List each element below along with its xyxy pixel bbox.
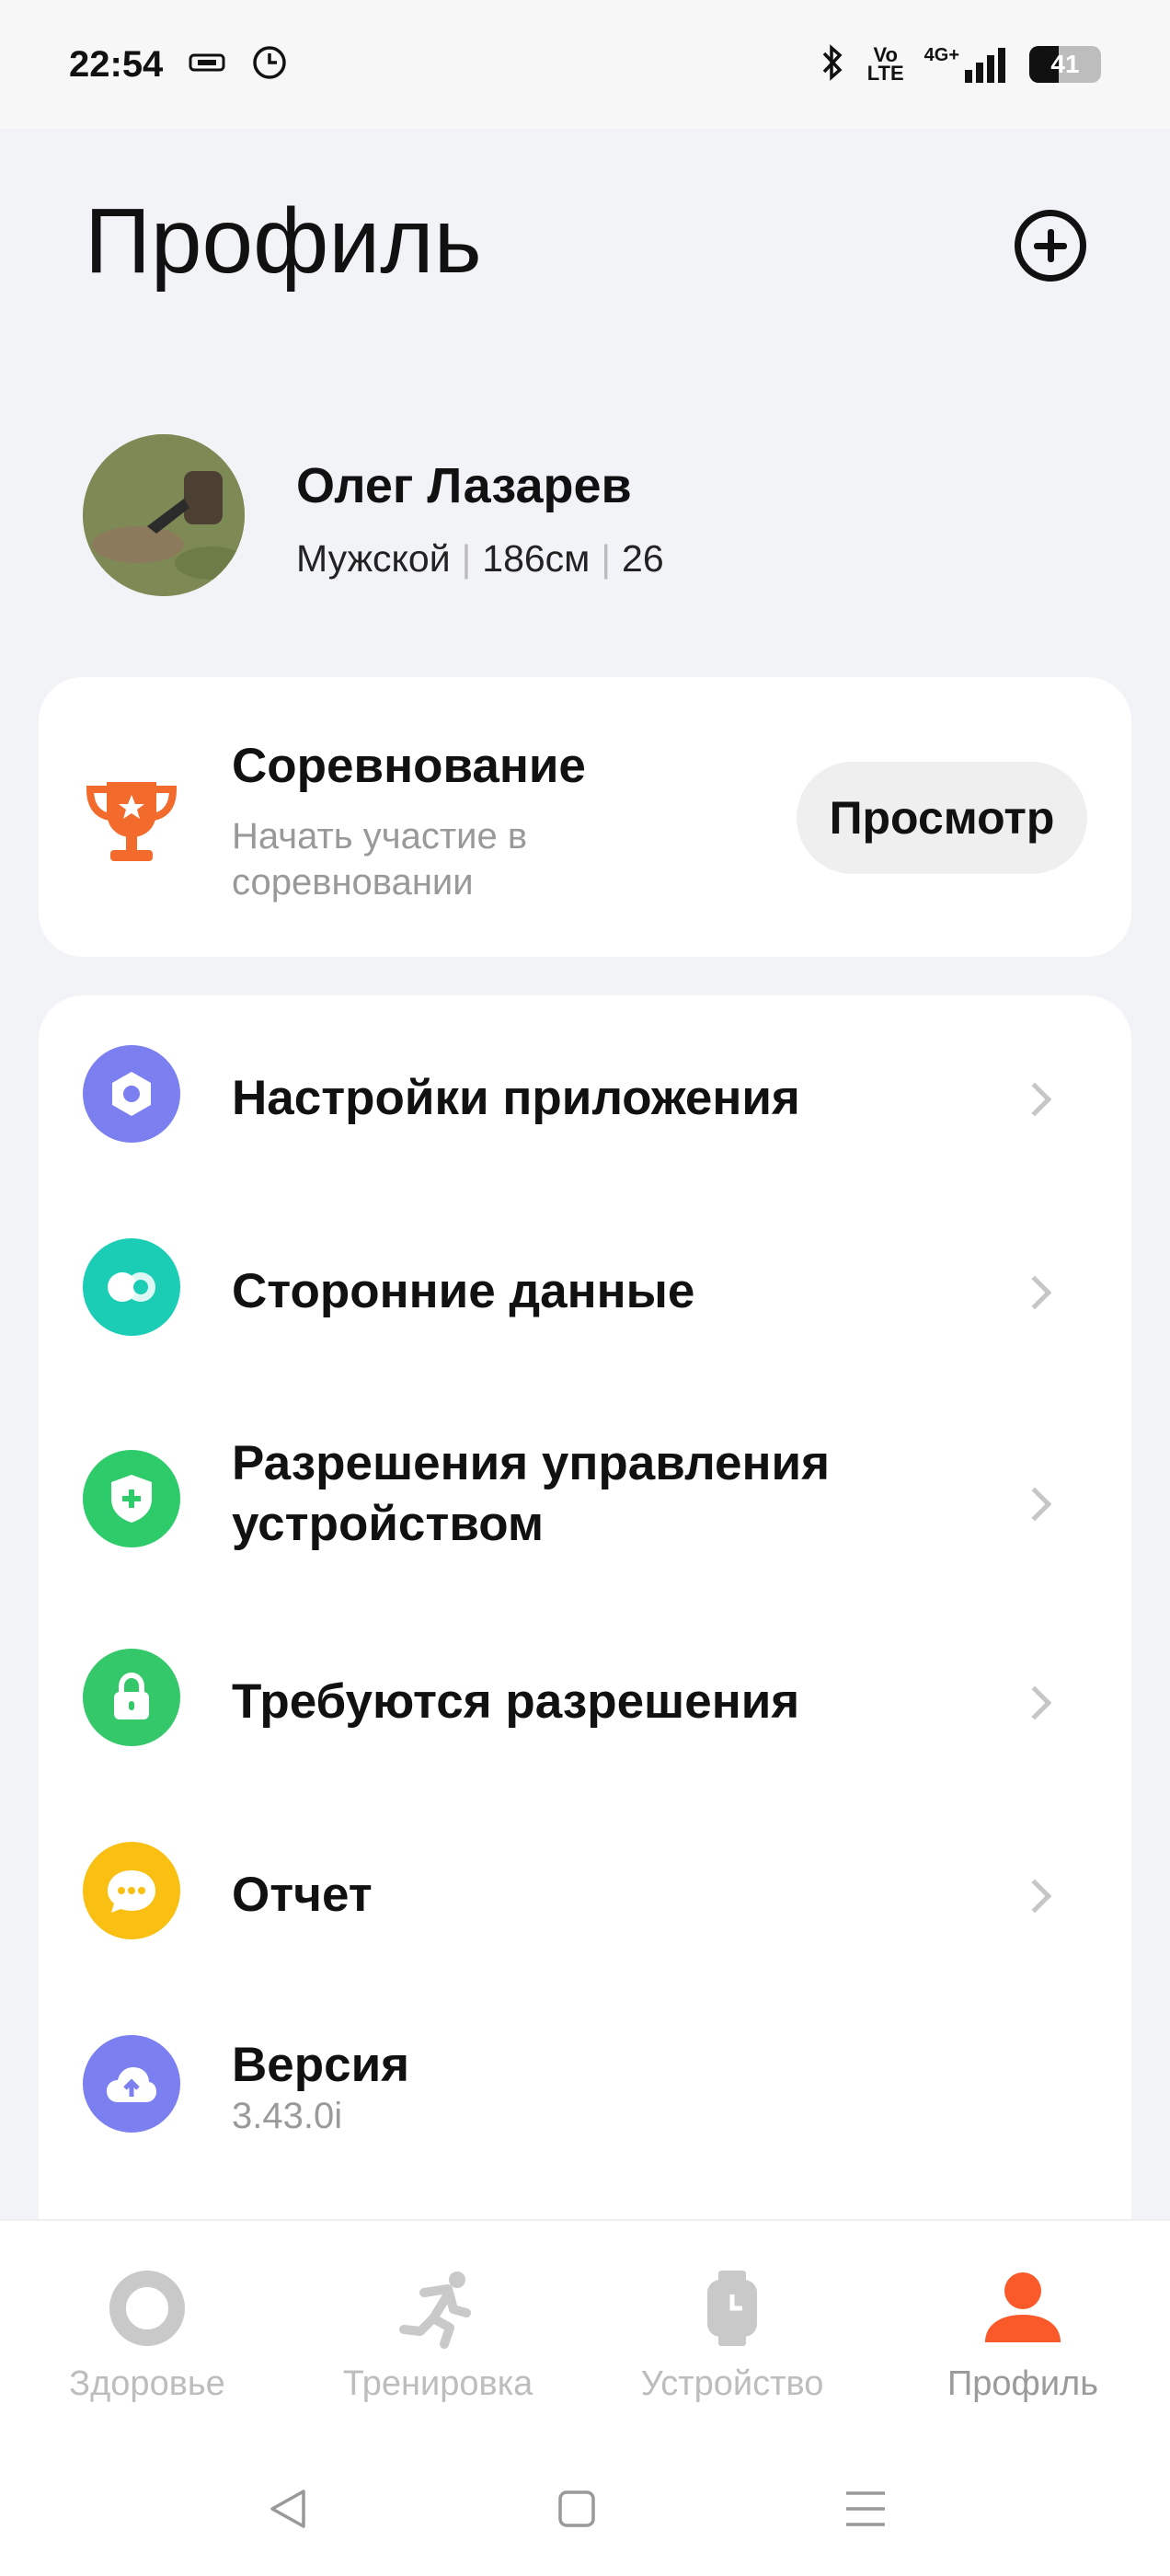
competition-subtitle: Начать участие в соревновании — [232, 816, 528, 903]
divider: | — [461, 537, 472, 580]
menu-item-label: Отчет — [232, 1868, 373, 1922]
tab-training[interactable]: Тренировка — [318, 2267, 557, 2404]
chat-icon — [83, 1842, 180, 1939]
version-label: Версия — [232, 2038, 410, 2092]
chevron-right-icon — [1017, 1275, 1052, 1310]
menu-item-third-party[interactable]: Сторонние данные — [39, 1236, 1131, 1347]
version-number: 3.43.0i — [232, 2096, 343, 2136]
tab-label: Здоровье — [69, 2364, 225, 2403]
chevron-right-icon — [1017, 1685, 1052, 1720]
chevron-right-icon — [1017, 1487, 1052, 1522]
third-party-icon — [83, 1238, 180, 1336]
tab-label: Устройство — [640, 2364, 824, 2403]
lock-icon — [83, 1649, 180, 1746]
back-icon[interactable] — [265, 2486, 311, 2532]
chevron-right-icon — [1017, 1879, 1052, 1914]
menu-item-app-settings[interactable]: Настройки приложения — [39, 1043, 1131, 1154]
clock-icon — [251, 44, 288, 86]
nfc-icon — [189, 52, 225, 78]
divider: | — [601, 537, 612, 580]
bottom-nav: Здоровье Тренировка Устройство Профиль — [0, 2219, 1170, 2440]
tab-health[interactable]: Здоровье — [28, 2267, 267, 2404]
page-title: Профиль — [85, 190, 482, 293]
settings-menu: Настройки приложения Сторонние данные Ра… — [39, 995, 1131, 2256]
user-height: 186см — [482, 537, 591, 580]
signal-icon: 4G+ — [924, 46, 1009, 83]
view-button[interactable]: Просмотр — [797, 762, 1087, 874]
person-icon — [981, 2267, 1064, 2350]
status-time: 22:54 — [69, 43, 164, 85]
shield-icon — [83, 1450, 180, 1547]
trophy-icon — [81, 769, 182, 870]
tab-label: Тренировка — [342, 2364, 533, 2403]
menu-item-label: Разрешения управления устройством — [232, 1436, 831, 1551]
chevron-right-icon — [1017, 1082, 1052, 1117]
running-icon — [396, 2267, 479, 2350]
menu-item-report[interactable]: Отчет — [39, 1842, 1131, 1952]
menu-item-required-permissions[interactable]: Требуются разрешения — [39, 1649, 1131, 1759]
home-icon[interactable] — [554, 2486, 600, 2532]
volte-indicator: Vo LTE — [866, 43, 904, 85]
menu-item-label: Требуются разрешения — [232, 1674, 800, 1729]
plus-circle-icon[interactable] — [1015, 210, 1086, 282]
menu-icon[interactable] — [843, 2486, 889, 2532]
competition-title: Соревнование — [232, 739, 586, 793]
tab-profile[interactable]: Профиль — [903, 2267, 1142, 2404]
competition-card: Соревнование Начать участие в соревнован… — [39, 677, 1131, 957]
settings-icon — [83, 1045, 180, 1143]
cloud-upload-icon — [83, 2035, 180, 2133]
menu-item-version[interactable]: Версия 3.43.0i — [39, 2035, 1131, 2145]
avatar[interactable] — [83, 434, 245, 596]
tab-device[interactable]: Устройство — [613, 2267, 852, 2404]
status-bar: 22:54 Vo LTE 4G+ 41 — [0, 0, 1170, 129]
user-gender: Мужской — [296, 537, 451, 580]
menu-item-label: Настройки приложения — [232, 1071, 800, 1125]
health-ring-icon — [106, 2267, 189, 2350]
watch-icon — [691, 2267, 774, 2350]
menu-item-label: Сторонние данные — [232, 1264, 695, 1318]
user-age: 26 — [622, 537, 664, 580]
tab-label: Профиль — [946, 2364, 1099, 2403]
menu-item-device-permissions[interactable]: Разрешения управления устройством — [39, 1430, 1131, 1566]
user-meta: Мужской | 186см | 26 — [296, 537, 664, 581]
bluetooth-icon — [820, 42, 847, 87]
user-name: Олег Лазарев — [296, 458, 632, 513]
system-nav — [0, 2440, 1170, 2576]
battery-icon: 41 — [1029, 46, 1101, 83]
